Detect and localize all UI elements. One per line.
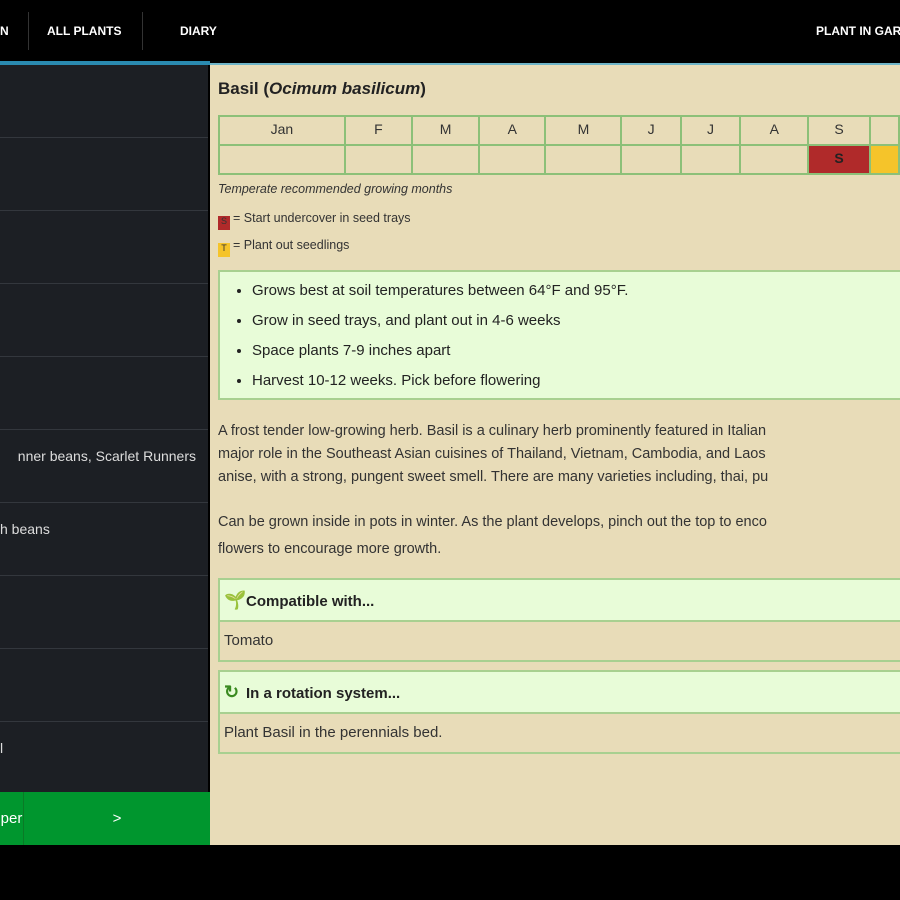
plant-name: Basil — [218, 79, 259, 98]
month-header: M — [544, 115, 623, 146]
tab-all-plants[interactable]: ALL PLANTS — [47, 24, 121, 38]
description-line: flowers to encourage more growth. — [218, 541, 442, 557]
month-header: J — [620, 115, 682, 146]
legend-sow: S = Start undercover in seed trays — [218, 211, 411, 230]
month-header: A — [478, 115, 547, 146]
seedling-icon: 🌱 — [224, 590, 247, 610]
growing-calendar: Jan F M A M J J A S S — [218, 115, 900, 175]
month-header: Jan — [218, 115, 346, 146]
pager: per > — [0, 792, 210, 845]
rotation-body: Plant Basil in the perennials bed. — [220, 714, 900, 752]
list-item[interactable]: nner beans, Scarlet Runners — [0, 430, 208, 503]
list-item[interactable] — [0, 649, 208, 722]
list-item-label: nner beans, Scarlet Runners — [17, 448, 196, 464]
list-item[interactable] — [0, 65, 208, 138]
list-item[interactable]: h beans — [0, 503, 208, 576]
legend-plant: T = Plant out seedlings — [218, 238, 349, 257]
tab-garden[interactable]: N — [0, 24, 9, 38]
rotation-header: ↻ In a rotation system... — [220, 672, 900, 714]
description-line: A frost tender low-growing herb. Basil i… — [218, 423, 767, 439]
description-2: Can be grown inside in pots in winter. A… — [218, 509, 900, 563]
list-item-label: h beans — [0, 521, 50, 537]
prev-button[interactable]: per — [0, 792, 24, 845]
month-header: M — [410, 115, 481, 146]
sow-swatch: S — [218, 216, 230, 230]
list-item[interactable] — [0, 576, 208, 649]
plant-out-cell — [868, 144, 900, 175]
divider — [142, 12, 143, 50]
legend-plant-label: = Plant out seedlings — [233, 238, 350, 252]
tip: Space plants 7-9 inches apart — [252, 336, 900, 366]
rotation-box: ↻ In a rotation system... Plant Basil in … — [218, 670, 900, 754]
month-header: A — [739, 115, 810, 146]
plant-swatch: T — [218, 243, 230, 257]
month-header: J — [679, 115, 742, 146]
month-header — [868, 115, 900, 146]
calendar-caption: Temperate recommended growing months — [218, 182, 453, 196]
compatible-body: Tomato — [220, 622, 900, 660]
sow-cell: S — [807, 144, 871, 175]
list-item[interactable]: l — [0, 722, 208, 792]
list-item[interactable] — [0, 284, 208, 357]
page-title: Basil (Ocimum basilicum) — [218, 79, 426, 98]
list-item[interactable] — [0, 138, 208, 211]
list-item-label: l — [0, 740, 4, 756]
legend-sow-label: = Start undercover in seed trays — [233, 211, 411, 225]
rotation-icon: ↻ — [224, 682, 240, 702]
description-line: Can be grown inside in pots in winter. A… — [218, 514, 767, 530]
plant-detail: Basil (Ocimum basilicum) Jan F M A M J J… — [210, 63, 900, 845]
tip: Grow in seed trays, and plant out in 4-6… — [252, 306, 900, 336]
divider — [28, 12, 29, 50]
list-item[interactable] — [0, 357, 208, 430]
description: A frost tender low-growing herb. Basil i… — [218, 420, 900, 489]
tab-diary[interactable]: DIARY — [180, 24, 217, 38]
description-line: anise, with a strong, pungent sweet smel… — [218, 469, 769, 485]
month-header: S — [807, 115, 871, 146]
compatible-header: 🌱Compatible with... — [220, 580, 900, 622]
tips-box: Grows best at soil temperatures between … — [218, 270, 900, 400]
compatible-box: 🌱Compatible with... Tomato — [218, 578, 900, 662]
list-item[interactable] — [0, 211, 208, 284]
tab-plant-in-garden[interactable]: PLANT IN GARDEN — [816, 24, 900, 38]
rotation-title: In a rotation system... — [246, 685, 401, 702]
tip: Grows best at soil temperatures between … — [252, 276, 900, 306]
compatible-title: Compatible with... — [246, 593, 375, 610]
month-header: F — [343, 115, 413, 146]
top-tab-bar: N ALL PLANTS DIARY PLANT IN GARDEN — [0, 0, 900, 61]
plant-list: nner beans, Scarlet Runners h beans l — [0, 65, 208, 792]
tip: Harvest 10-12 weeks. Pick before floweri… — [252, 366, 900, 396]
latin-name: Ocimum basilicum — [269, 79, 421, 98]
next-button[interactable]: > — [24, 792, 210, 845]
description-line: major role in the Southeast Asian cuisin… — [218, 446, 766, 462]
